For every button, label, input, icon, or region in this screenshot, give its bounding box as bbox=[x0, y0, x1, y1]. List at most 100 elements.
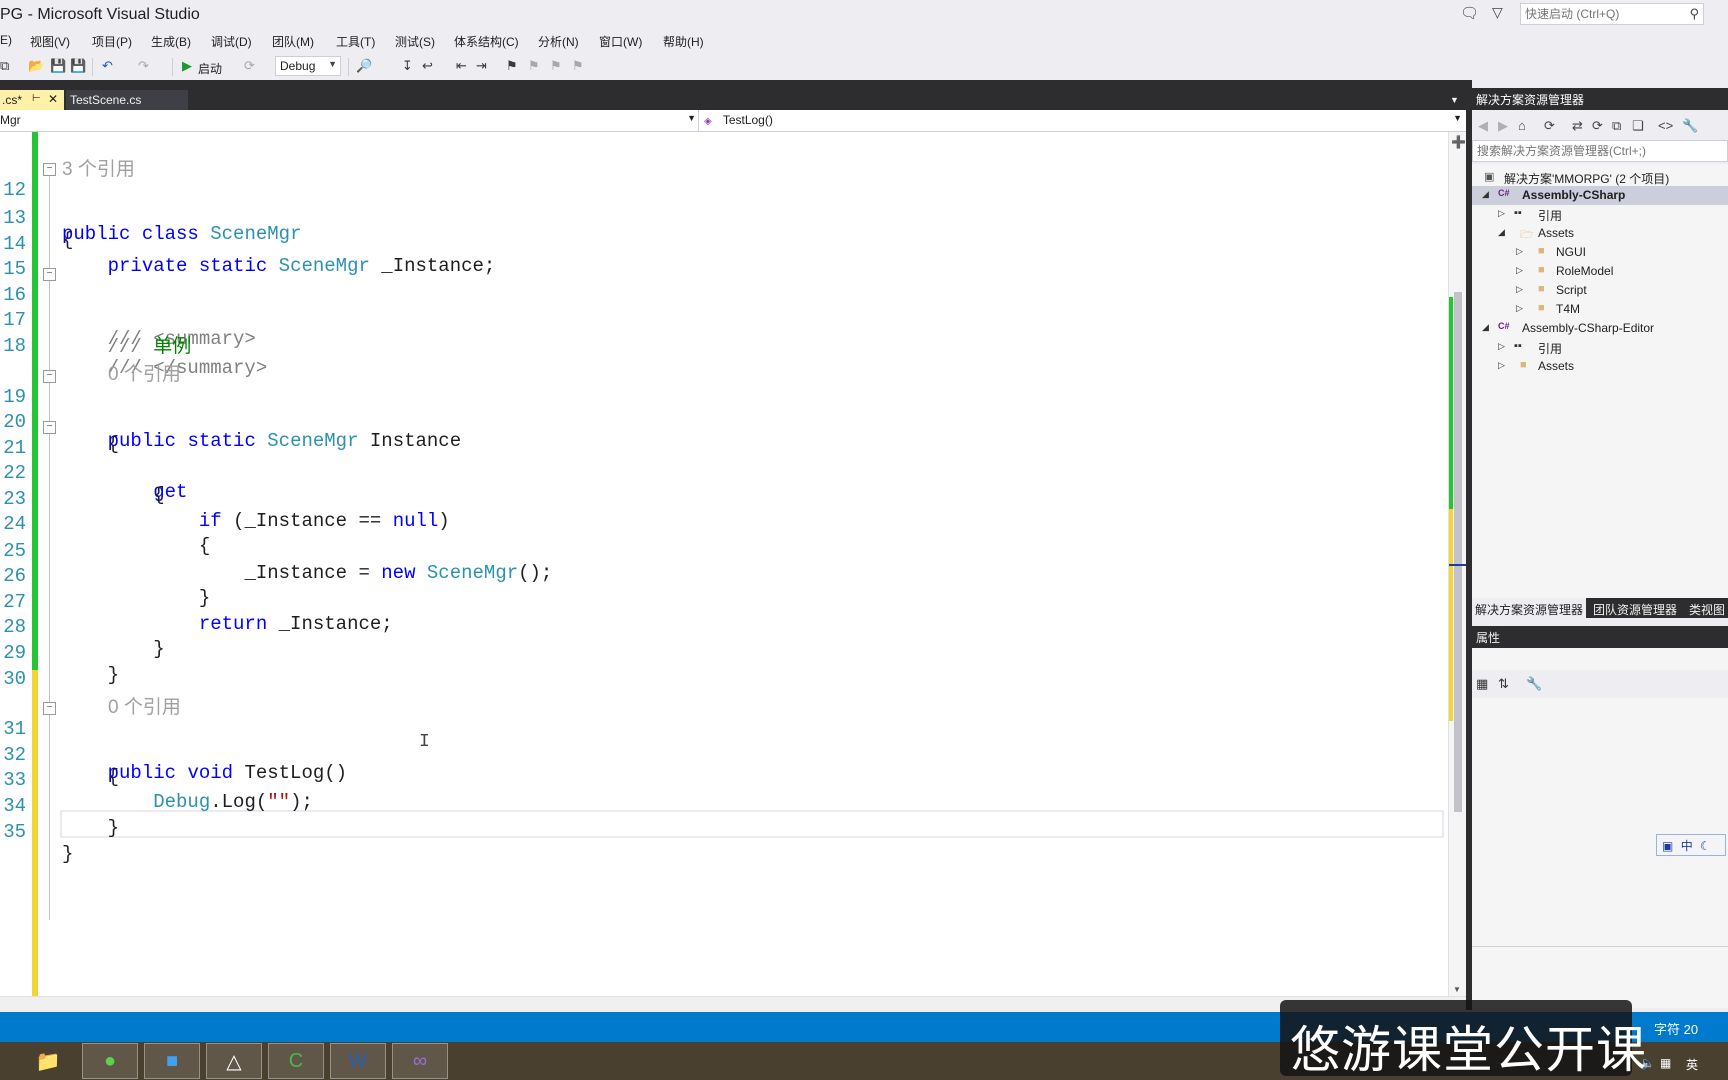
indent-icon[interactable]: ⇥ bbox=[476, 58, 487, 74]
new-project-icon[interactable]: ⧉ bbox=[0, 58, 9, 74]
properties-icon[interactable]: 🔧 bbox=[1682, 118, 1698, 134]
step-over-icon[interactable]: ↩ bbox=[422, 58, 433, 74]
vertical-scrollbar[interactable]: ➕ ▼ bbox=[1448, 132, 1467, 996]
collapse-icon[interactable]: − bbox=[43, 370, 56, 383]
scrollbar-thumb[interactable] bbox=[1454, 292, 1462, 812]
forward-icon[interactable]: ▶ bbox=[1498, 118, 1508, 134]
undo-icon[interactable]: ↶ bbox=[102, 58, 113, 74]
bookmark-icon[interactable]: ⚑ bbox=[506, 58, 518, 74]
visual-studio-icon[interactable]: ∞ bbox=[392, 1043, 448, 1079]
menu-debug[interactable]: 调试(D) bbox=[211, 33, 252, 50]
code-editor[interactable]: 3 个引用 12 − public class SceneMgr 13 { 14… bbox=[0, 132, 1448, 998]
tab-scenemgr[interactable]: .cs* ⊢ ✕ bbox=[0, 90, 64, 110]
collapsed-arrow-icon[interactable]: ▷ bbox=[1516, 246, 1523, 257]
ime-indicator[interactable]: ▣ 中 ☾ bbox=[1656, 834, 1726, 856]
menu-project[interactable]: 项目(P) bbox=[92, 33, 132, 50]
save-icon[interactable]: 💾 bbox=[50, 58, 66, 74]
restart-icon[interactable]: ⟳ bbox=[244, 58, 255, 74]
home-icon[interactable]: ⌂ bbox=[1518, 118, 1526, 133]
tree-node-folder[interactable]: ◢ 🗁 Assets bbox=[1472, 224, 1728, 243]
tree-node-project[interactable]: ◢ C# Assembly-CSharp-Editor bbox=[1472, 319, 1728, 338]
member-dropdown[interactable]: ◈ TestLog() ▼ bbox=[700, 113, 1462, 127]
save-all-icon[interactable]: 💾 bbox=[70, 58, 86, 74]
collapsed-arrow-icon[interactable]: ▷ bbox=[1516, 265, 1523, 276]
menu-team[interactable]: 团队(M) bbox=[272, 33, 314, 50]
tree-node-project[interactable]: ◢ C# Assembly-CSharp bbox=[1472, 186, 1728, 205]
menu-help[interactable]: 帮助(H) bbox=[663, 33, 704, 50]
tree-node-folder[interactable]: ▷ ■ NGUI bbox=[1472, 243, 1728, 262]
clear-bookmarks-icon[interactable]: ⚑ bbox=[572, 58, 584, 74]
solution-explorer-search[interactable] bbox=[1472, 140, 1728, 162]
alphabetical-icon[interactable]: ⇅ bbox=[1498, 676, 1509, 692]
menu-test[interactable]: 测试(S) bbox=[395, 33, 435, 50]
next-bookmark-icon[interactable]: ⚑ bbox=[550, 58, 562, 74]
menu-file[interactable]: E) bbox=[0, 33, 12, 47]
redo-icon[interactable]: ↷ bbox=[138, 58, 149, 74]
show-all-files-icon[interactable]: ❏ bbox=[1632, 118, 1644, 134]
menu-build[interactable]: 生成(B) bbox=[151, 33, 191, 50]
input-language[interactable]: 英 bbox=[1686, 1056, 1698, 1073]
tab-class-view[interactable]: 类视图 bbox=[1686, 598, 1728, 618]
tree-node-folder[interactable]: ▷ ■ Script bbox=[1472, 281, 1728, 300]
browser-icon[interactable]: ● bbox=[82, 1043, 138, 1079]
notification-icon[interactable]: 🗨 bbox=[1460, 4, 1479, 22]
expanded-arrow-icon[interactable]: ◢ bbox=[1482, 322, 1489, 333]
collapse-icon[interactable]: − bbox=[43, 268, 56, 281]
expanded-arrow-icon[interactable]: ◢ bbox=[1482, 189, 1489, 200]
view-code-icon[interactable]: <> bbox=[1658, 118, 1673, 133]
scroll-down-icon[interactable]: ▼ bbox=[1453, 985, 1461, 994]
file-explorer-icon[interactable]: 📁 bbox=[20, 1043, 76, 1079]
tree-node-solution[interactable]: ▣ 解决方案'MMORPG' (2 个项目) bbox=[1472, 168, 1728, 187]
step-into-icon[interactable]: ↧ bbox=[402, 58, 413, 74]
unity-icon[interactable]: △ bbox=[206, 1043, 262, 1079]
tree-node-references[interactable]: ▷ ▪▪ 引用 bbox=[1472, 205, 1728, 224]
start-icon[interactable]: ▶ bbox=[182, 58, 192, 74]
outdent-icon[interactable]: ⇤ bbox=[456, 58, 467, 74]
qq-icon[interactable]: ■ bbox=[144, 1043, 200, 1079]
collapse-icon[interactable]: − bbox=[43, 702, 56, 715]
collapse-icon[interactable]: − bbox=[43, 163, 56, 176]
quick-launch-input[interactable] bbox=[1521, 4, 1681, 24]
prev-bookmark-icon[interactable]: ⚑ bbox=[528, 58, 540, 74]
tab-solution-explorer[interactable]: 解决方案资源管理器 bbox=[1472, 598, 1587, 618]
back-icon[interactable]: ◀ bbox=[1478, 118, 1488, 134]
sync-icon[interactable]: ⇄ bbox=[1572, 118, 1583, 134]
collapsed-arrow-icon[interactable]: ▷ bbox=[1516, 303, 1523, 314]
tree-node-folder[interactable]: ▷ ■ Assets bbox=[1472, 357, 1728, 376]
collapsed-arrow-icon[interactable]: ▷ bbox=[1498, 360, 1505, 371]
network-icon[interactable]: ▦ bbox=[1660, 1056, 1671, 1070]
camtasia-icon[interactable]: C bbox=[268, 1043, 324, 1079]
tab-list-dropdown-icon[interactable]: ▼ bbox=[1450, 95, 1459, 105]
tree-node-references[interactable]: ▷ ▪▪ 引用 bbox=[1472, 338, 1728, 357]
refresh-icon[interactable]: ⟳ bbox=[1592, 118, 1603, 134]
menu-view[interactable]: 视图(V) bbox=[30, 33, 70, 50]
filter-icon[interactable]: ▽ bbox=[1492, 4, 1503, 21]
split-window-icon[interactable]: ➕ bbox=[1451, 135, 1466, 149]
categorized-icon[interactable]: ▦ bbox=[1476, 676, 1488, 692]
solution-explorer-search-input[interactable] bbox=[1473, 141, 1723, 161]
collapse-icon[interactable]: − bbox=[43, 421, 56, 434]
menu-tools[interactable]: 工具(T) bbox=[336, 33, 375, 50]
tab-team-explorer[interactable]: 团队资源管理器 bbox=[1590, 598, 1680, 618]
collapsed-arrow-icon[interactable]: ▷ bbox=[1498, 341, 1505, 352]
menu-window[interactable]: 窗口(W) bbox=[599, 33, 642, 50]
property-pages-icon[interactable]: 🔧 bbox=[1526, 676, 1542, 692]
close-icon[interactable]: ✕ bbox=[48, 92, 58, 106]
type-dropdown[interactable]: Mgr ▼ bbox=[0, 113, 696, 127]
properties-object-selector[interactable] bbox=[1472, 648, 1728, 670]
menu-architecture[interactable]: 体系结构(C) bbox=[454, 33, 519, 50]
pending-changes-filter-icon[interactable]: ⟳ bbox=[1544, 118, 1555, 134]
collapsed-arrow-icon[interactable]: ▷ bbox=[1516, 284, 1523, 295]
expanded-arrow-icon[interactable]: ◢ bbox=[1498, 227, 1505, 238]
solution-configuration-select[interactable]: Debug ▼ bbox=[275, 56, 341, 76]
word-icon[interactable]: W bbox=[330, 1043, 386, 1079]
tab-testscene[interactable]: TestScene.cs bbox=[66, 90, 188, 110]
collapsed-arrow-icon[interactable]: ▷ bbox=[1498, 208, 1505, 219]
horizontal-scrollbar[interactable] bbox=[0, 996, 1466, 1010]
find-in-files-icon[interactable]: 🔎 bbox=[356, 58, 372, 74]
collapse-all-icon[interactable]: ⧉ bbox=[1612, 118, 1621, 134]
menu-analyze[interactable]: 分析(N) bbox=[538, 33, 579, 50]
tree-node-folder[interactable]: ▷ ■ T4M bbox=[1472, 300, 1728, 319]
tree-node-folder[interactable]: ▷ ■ RoleModel bbox=[1472, 262, 1728, 281]
start-label[interactable]: 启动 bbox=[198, 60, 222, 77]
